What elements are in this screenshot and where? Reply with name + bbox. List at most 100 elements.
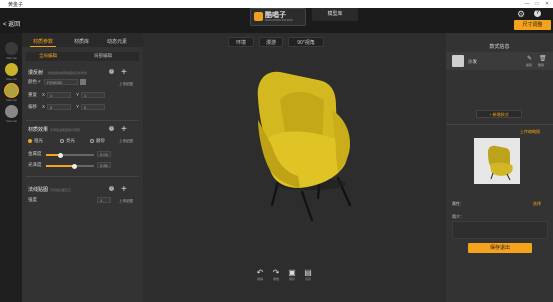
material-swatch-selected[interactable] — [5, 84, 18, 97]
save-icon: ▣ — [288, 268, 296, 277]
tab-material-params[interactable]: 材质参数 — [33, 38, 53, 45]
view-90-button[interactable]: 90°视角 — [288, 37, 324, 47]
help-icon[interactable]: ? — [109, 186, 114, 191]
model-library-tab[interactable]: 模型库 — [312, 8, 358, 21]
tile-y-label: Y — [76, 92, 80, 97]
subtab-local-edit[interactable]: 局部编辑 — [94, 53, 112, 59]
gloss-label: 光泽度 — [28, 162, 42, 167]
material-swatch-label: Material — [6, 56, 17, 60]
subtab-global-edit[interactable]: 全局编辑 — [39, 53, 57, 59]
frosted-radio[interactable] — [90, 139, 94, 143]
roam-button[interactable]: 漫游 — [259, 37, 283, 47]
gloss-slider[interactable] — [46, 163, 94, 169]
delete-label[interactable]: 删除 — [538, 63, 544, 67]
minimize-button[interactable]: — — [523, 1, 531, 7]
diffuse-title: 漫反射 — [28, 70, 44, 76]
upload-effect-label[interactable]: 上传贴图 — [119, 139, 133, 144]
gear-icon[interactable]: ⚙ — [517, 9, 525, 20]
undo-button[interactable]: ↶ 撤销 — [253, 268, 267, 281]
add-style-button[interactable]: + 新增款式 — [476, 110, 522, 118]
edit-mode-subtabs: 全局编辑 局部编辑 — [26, 52, 139, 61]
tab-material-library[interactable]: 材质库 — [74, 38, 89, 45]
offset-x-input[interactable]: 0 — [47, 104, 71, 110]
save-button[interactable]: ▣ 保存 — [285, 268, 299, 281]
normal-map-title: 法线贴图 — [28, 187, 49, 193]
attribute-label: 属性： — [452, 201, 464, 206]
color-swatch[interactable] — [80, 79, 86, 85]
upload-diffuse-plus-icon[interactable]: + — [121, 67, 127, 78]
undo-icon: ↶ — [256, 268, 264, 277]
upload-normal-plus-icon[interactable]: + — [121, 184, 127, 195]
undo-label: 撤销 — [256, 277, 263, 281]
tab-dynamic-elements[interactable]: 动态元素 — [107, 38, 127, 45]
strength-input[interactable]: 1 — [97, 197, 111, 203]
frosted-label: 磨砂 — [96, 138, 105, 143]
divider — [26, 176, 139, 177]
color-input[interactable]: FE9E2B — [44, 79, 78, 85]
color-label: 颜色 — [28, 79, 37, 84]
window-title: 黄金子 — [8, 2, 24, 8]
offset-y-input[interactable]: 0 — [81, 104, 105, 110]
divider — [26, 120, 139, 121]
metalness-knob[interactable] — [57, 152, 63, 158]
armchair-thumbnail-image — [488, 145, 513, 181]
attribute-select-link[interactable]: 选择 — [533, 201, 541, 207]
environment-button[interactable]: 环境 — [228, 37, 254, 47]
edit-label[interactable]: 编辑 — [526, 63, 532, 67]
tile-x-input[interactable]: 1 — [47, 92, 71, 98]
material-swatch[interactable] — [5, 63, 18, 76]
metalness-label: 金属度 — [28, 151, 42, 156]
gloss-fill — [46, 165, 75, 167]
glossy-radio[interactable] — [60, 139, 64, 143]
metalness-input[interactable]: 0.04 — [97, 151, 111, 157]
material-swatch[interactable] — [5, 42, 18, 55]
intro-textarea[interactable] — [452, 221, 548, 239]
save-as-icon: ▤ — [304, 268, 312, 277]
delete-icon[interactable]: 🗑 — [539, 55, 547, 62]
offset-label: 偏移 — [28, 104, 37, 109]
redo-label: 重做 — [272, 277, 279, 281]
strength-label: 强度 — [28, 197, 37, 202]
window-titlebar: 黄金子 — □ ✕ — [0, 0, 553, 8]
material-effect-title: 材质效果 — [28, 127, 49, 133]
material-swatch-label: Material — [6, 98, 17, 102]
tile-x-label: X — [42, 92, 46, 97]
diffuse-hint: 修改颜色或者贴图会同步修改 — [48, 71, 88, 75]
material-effect-hint: 光泽度金属度等可调整 — [50, 128, 81, 132]
maximize-button[interactable]: □ — [533, 1, 541, 7]
close-button[interactable]: ✕ — [543, 1, 551, 7]
help-icon[interactable]: ? — [534, 10, 541, 17]
material-swatch-label: Material — [6, 119, 17, 123]
offset-y-label: Y — [76, 104, 80, 109]
gloss-input[interactable]: 0.86 — [97, 162, 111, 168]
material-swatch-label: Material — [6, 77, 17, 81]
upload-diffuse-label[interactable]: 上传贴图 — [119, 82, 133, 87]
thumbnail-preview — [474, 138, 520, 184]
matte-radio[interactable] — [28, 139, 32, 143]
help-icon[interactable]: ? — [109, 69, 114, 74]
help-icon[interactable]: ? — [109, 126, 114, 131]
size-adjust-button[interactable]: 尺寸调整 — [514, 20, 551, 30]
upload-effect-plus-icon[interactable]: + — [121, 124, 127, 135]
intro-label: 简介： — [452, 214, 464, 219]
metalness-slider[interactable] — [46, 152, 94, 158]
material-swatch[interactable] — [5, 105, 18, 118]
style-thumbnail — [452, 55, 464, 67]
chair-leg — [300, 190, 314, 222]
app-logo: 酷唱子 UNKNOWN STUDIO — [250, 8, 306, 26]
save-as-button[interactable]: ▤ 另存 — [301, 268, 315, 281]
upload-normal-label[interactable]: 上传贴图 — [119, 199, 133, 204]
tile-y-input[interactable]: 1 — [81, 92, 105, 98]
back-button[interactable]: < 返回 — [3, 19, 20, 28]
redo-button[interactable]: ↷ 重做 — [269, 268, 283, 281]
normal-map-hint: 可增强表面凹凸 — [50, 188, 72, 192]
edit-icon[interactable]: ✎ — [527, 55, 532, 62]
logo-mark-icon — [254, 12, 263, 21]
save-exit-button[interactable]: 保存退出 — [468, 243, 532, 253]
save-label: 保存 — [288, 277, 295, 281]
upload-thumbnail-link[interactable]: 上传缩略图 — [520, 129, 540, 135]
style-info-title: 款式信息 — [489, 44, 510, 50]
gloss-knob[interactable] — [72, 163, 78, 169]
save-as-label: 另存 — [304, 277, 311, 281]
armchair-model[interactable] — [240, 60, 370, 240]
